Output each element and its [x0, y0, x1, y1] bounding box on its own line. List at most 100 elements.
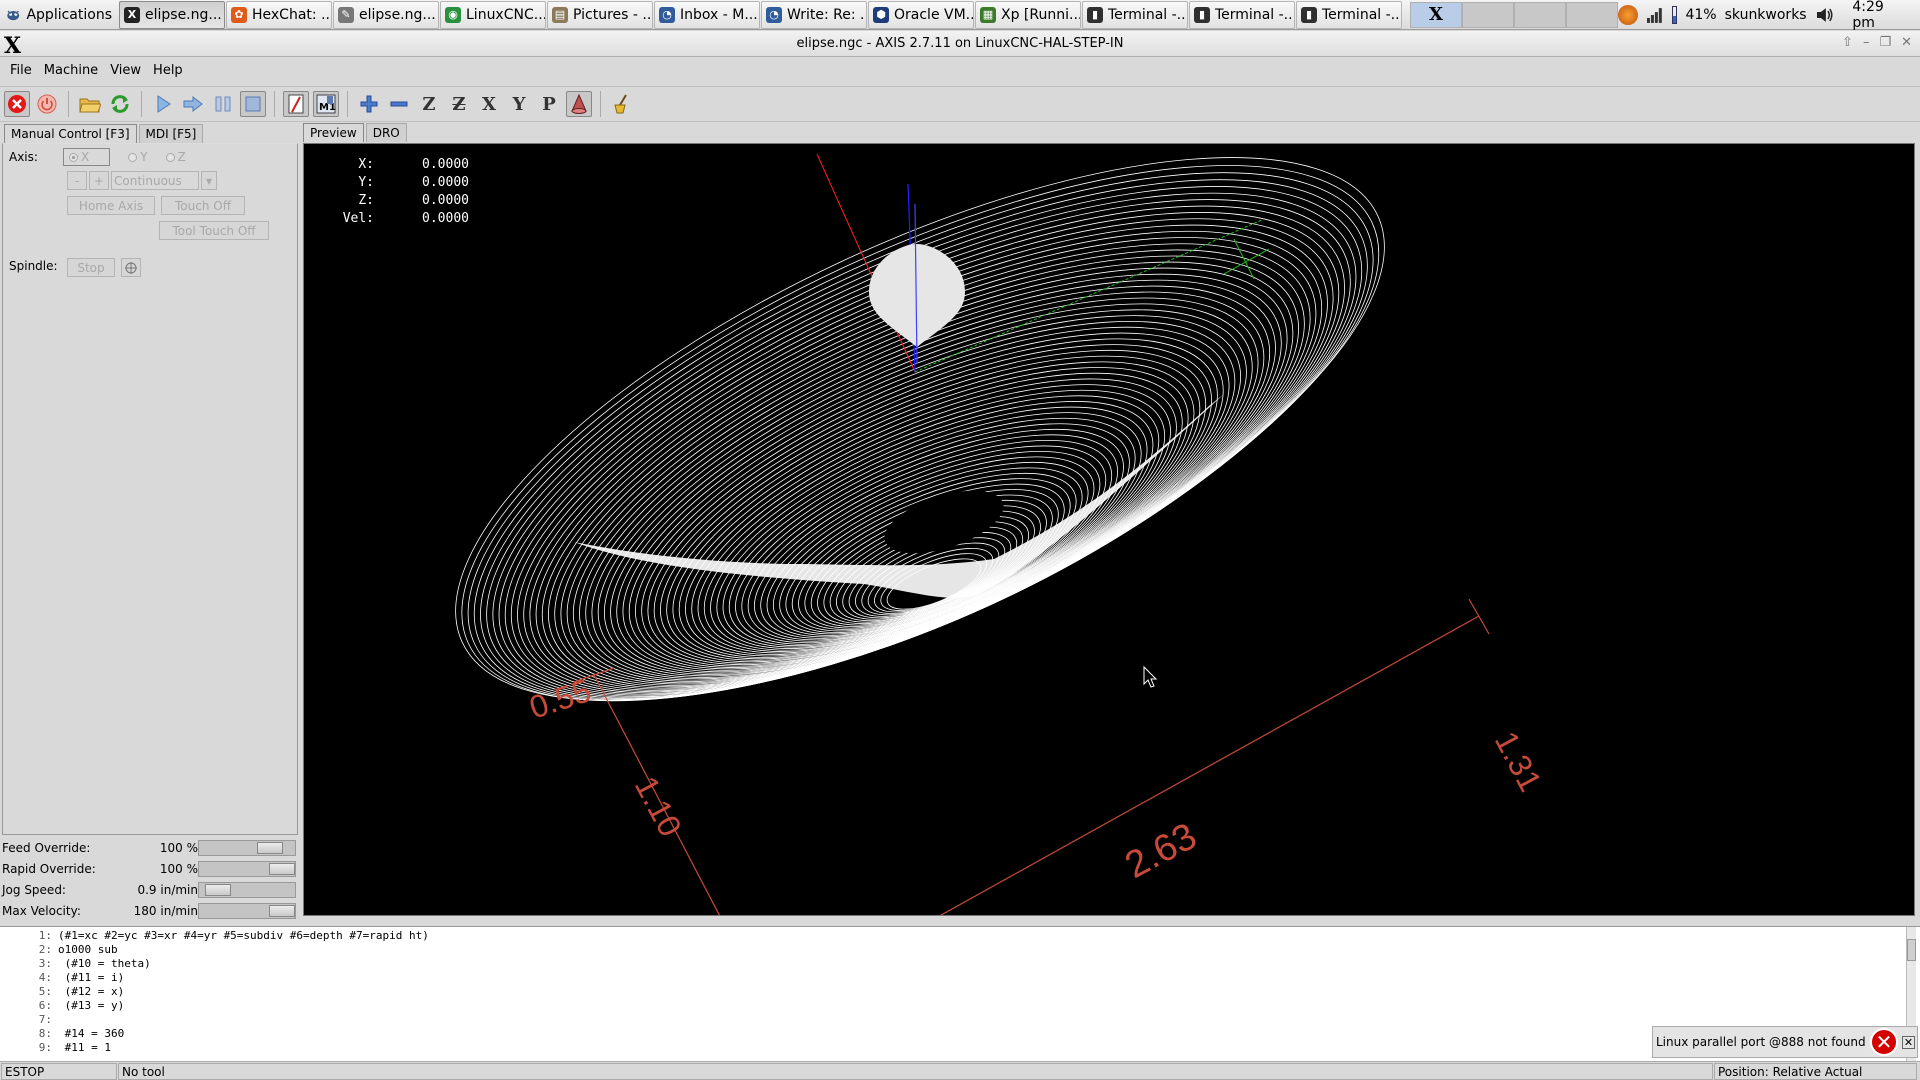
menu-file[interactable]: File	[4, 63, 38, 78]
menu-machine[interactable]: Machine	[38, 63, 104, 78]
taskbar-task[interactable]: Xelipse.ng...	[119, 0, 225, 29]
view-perspective-icon: P	[542, 93, 556, 115]
workspace-4[interactable]	[1566, 1, 1618, 28]
tab-dro[interactable]: DRO	[365, 123, 407, 142]
taskbar-task[interactable]: ◔ Inbox - M...	[654, 0, 760, 29]
view-z-button[interactable]: Z	[416, 91, 442, 117]
run-program-button[interactable]	[150, 91, 176, 117]
gcode-line[interactable]: 6: (#13 = y)	[0, 999, 1920, 1013]
optional-stop-button[interactable]: M1	[313, 91, 339, 117]
gcode-line[interactable]: 7:	[0, 1013, 1920, 1027]
spindle-stop-button[interactable]: Stop	[67, 258, 115, 277]
tab-preview[interactable]: Preview	[303, 123, 364, 142]
taskbar-task[interactable]: ◉ LinuxCNC...	[440, 0, 546, 29]
gcode-line-number: 1:	[38, 929, 52, 942]
slider-handle[interactable]	[205, 883, 231, 896]
applications-menu[interactable]: Applications	[0, 0, 118, 30]
gcode-line[interactable]: 5: (#12 = x)	[0, 985, 1920, 999]
tab-mdi[interactable]: MDI [F5]	[138, 124, 204, 143]
maximize-window-icon[interactable]: ❐	[1879, 35, 1891, 50]
toolpath-canvas[interactable]: 0.55 1.10 2.63 1.31	[304, 144, 1915, 916]
close-notification-button[interactable]: ✕	[1902, 1035, 1915, 1049]
gcode-line[interactable]: 8: #14 = 360	[0, 1027, 1920, 1041]
volume-icon[interactable]	[1815, 6, 1835, 24]
dro-row: X: 0.0000	[336, 156, 469, 174]
thunderbird-write-icon: ◔	[766, 6, 782, 23]
spindle-brake-button[interactable]	[121, 258, 141, 277]
jog-increment-select[interactable]: Continuous	[111, 171, 199, 190]
view-perspective-button[interactable]: P	[536, 91, 562, 117]
machine-power-button[interactable]	[34, 91, 60, 117]
close-window-icon[interactable]: ✕	[1901, 35, 1912, 50]
toggle-tool-button[interactable]	[566, 91, 592, 117]
taskbar-task[interactable]: ✿ HexChat: ...	[226, 0, 332, 29]
block-delete-button[interactable]	[283, 91, 309, 117]
workspace-2[interactable]	[1462, 1, 1514, 28]
taskbar-task-label: elipse.ng...	[359, 6, 436, 23]
taskbar-task[interactable]: ⬢ Oracle VM...	[868, 0, 974, 29]
taskbar-task[interactable]: ▮ Terminal -...	[1189, 0, 1295, 29]
zoom-out-button[interactable]	[386, 91, 412, 117]
tool-touch-off-button[interactable]: Tool Touch Off	[159, 221, 269, 240]
rapid-override-slider[interactable]	[198, 860, 296, 877]
pause-program-button[interactable]	[210, 91, 236, 117]
jog-speed-slider[interactable]	[198, 881, 296, 898]
taskbar-task[interactable]: ▤ Pictures - ...	[547, 0, 653, 29]
menu-view[interactable]: View	[104, 63, 147, 78]
gcode-listing[interactable]: 1: (#1=xc #2=yc #3=xr #4=yr #5=subdiv #6=…	[0, 926, 1920, 1061]
view-x-button[interactable]: X	[476, 91, 502, 117]
shade-window-icon[interactable]: ⇧	[1842, 35, 1853, 50]
gcode-line[interactable]: 9: #11 = 1	[0, 1041, 1920, 1055]
max-velocity-slider[interactable]	[198, 902, 296, 919]
view-z2-button[interactable]: Z	[446, 91, 472, 117]
clear-backplot-button[interactable]	[609, 91, 635, 117]
axis-y-radio[interactable]: Y	[128, 150, 148, 164]
feed-override-slider[interactable]	[198, 839, 296, 856]
gcode-line[interactable]: 4: (#11 = i)	[0, 971, 1920, 985]
estop-button[interactable]	[4, 91, 30, 117]
tab-manual-control[interactable]: Manual Control [F3]	[4, 124, 137, 143]
taskbar: Applications Xelipse.ng... ✿ HexChat: ... ✎…	[0, 0, 1920, 31]
reload-file-button[interactable]	[107, 91, 133, 117]
toolbar-separator	[141, 91, 142, 117]
clock[interactable]: 4:29 pm	[1852, 0, 1910, 31]
chevron-down-icon[interactable]: ▾	[201, 171, 217, 190]
taskbar-task[interactable]: ▦ Xp [Runni...	[975, 0, 1081, 29]
jog-plus-button[interactable]: +	[89, 171, 109, 190]
menu-help[interactable]: Help	[147, 63, 189, 78]
step-program-button[interactable]	[180, 91, 206, 117]
axis-z-radio[interactable]: Z	[165, 150, 186, 164]
dimension-label-top-left: 0.55	[525, 672, 595, 725]
home-axis-button[interactable]: Home Axis	[67, 196, 155, 215]
taskbar-task[interactable]: ▮ Terminal -...	[1082, 0, 1188, 29]
minimize-window-icon[interactable]: –	[1863, 35, 1870, 50]
gcode-line[interactable]: 3: (#10 = theta)	[0, 957, 1920, 971]
error-notification[interactable]: Linux parallel port @888 not found ✕ ✕	[1652, 1026, 1918, 1058]
touch-off-button[interactable]: Touch Off	[161, 196, 245, 215]
axis-x-radio[interactable]: X	[63, 148, 111, 166]
scrollbar-thumb[interactable]	[1907, 939, 1916, 961]
slider-handle[interactable]	[269, 904, 295, 917]
zoom-in-button[interactable]	[356, 91, 382, 117]
gcode-line[interactable]: 1: (#1=xc #2=yc #3=xr #4=yr #5=subdiv #6=…	[0, 929, 1920, 943]
dro-row: Y: 0.0000	[336, 174, 469, 192]
workspace-3[interactable]	[1514, 1, 1566, 28]
gcode-line[interactable]: 2: o1000 sub	[0, 943, 1920, 957]
network-signal-icon[interactable]	[1646, 6, 1664, 24]
view-y-button[interactable]: Y	[506, 91, 532, 117]
toolpath-preview[interactable]: 0.55 1.10 2.63 1.31 X: 0.0000 Y: 0.0000 Z: 0.…	[303, 143, 1915, 916]
taskbar-task[interactable]: ▮ Terminal -...	[1296, 0, 1402, 29]
terminal-icon: ▮	[1087, 6, 1103, 23]
slider-handle[interactable]	[257, 841, 283, 854]
slider-handle[interactable]	[269, 862, 295, 875]
thunderbird-icon: ◔	[659, 6, 675, 23]
jog-minus-button[interactable]: -	[67, 171, 87, 190]
taskbar-task[interactable]: ◔ Write: Re: ...	[761, 0, 867, 29]
open-file-button[interactable]	[77, 91, 103, 117]
battery-icon[interactable]	[1671, 5, 1678, 24]
hexchat-tray-icon[interactable]	[1618, 4, 1638, 25]
workspace-1[interactable]: X	[1410, 1, 1462, 28]
stop-program-button[interactable]	[240, 91, 266, 117]
window-titlebar[interactable]: X elipse.ngc - AXIS 2.7.11 on LinuxCNC-H…	[0, 31, 1920, 59]
taskbar-task[interactable]: ✎ elipse.ng...	[333, 0, 439, 29]
